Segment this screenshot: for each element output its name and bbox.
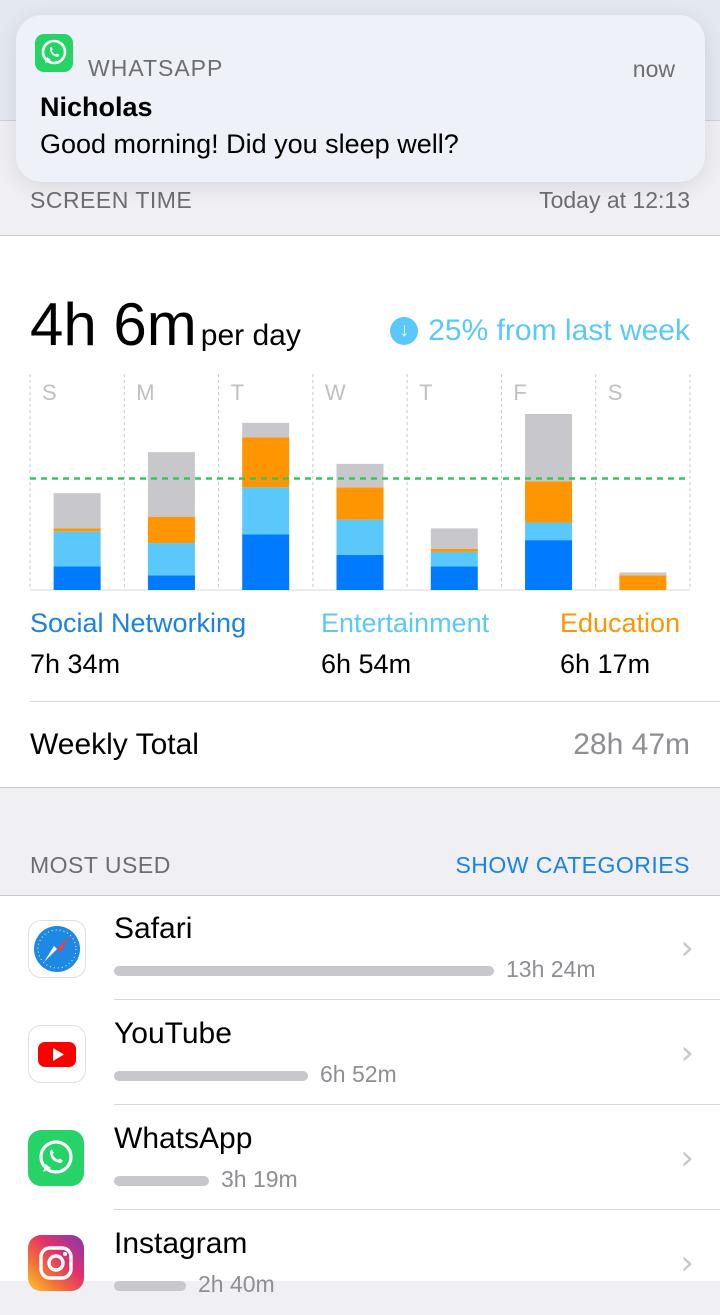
day-label: M — [136, 380, 154, 405]
app-duration: 2h 40m — [198, 1271, 275, 1297]
bar-other — [525, 414, 573, 482]
bar-entertainment — [242, 487, 290, 535]
instagram-icon — [28, 1235, 84, 1291]
category-name: Social Networking — [30, 608, 247, 638]
usage-bar — [114, 1176, 209, 1186]
row-divider — [114, 999, 720, 1000]
category-value: 6h 54m — [321, 649, 412, 679]
bar-social-networking — [525, 540, 573, 590]
daily-average-value: 4h 6m — [30, 291, 197, 358]
whatsapp-icon — [28, 1130, 84, 1186]
most-used-label: MOST USED — [30, 852, 171, 878]
most-used-header: MOST USED SHOW CATEGORIES — [0, 852, 720, 894]
bar-education — [53, 528, 101, 532]
bar-social-networking — [147, 575, 195, 590]
screen-time-card[interactable]: 4h 6m per day ↓ 25% from last week S M T W T F… — [0, 235, 720, 788]
category-name: Entertainment — [321, 608, 490, 638]
weekly-change-text: 25% from last week — [428, 314, 690, 347]
bar-entertainment — [336, 519, 384, 555]
day-label: S — [608, 380, 623, 405]
weekly-change: ↓ 25% from last week — [390, 314, 690, 348]
chevron-right-icon: › — [680, 1138, 694, 1178]
app-row-instagram[interactable]: Instagram 2h 40m › — [0, 1211, 720, 1315]
row-divider — [114, 1104, 720, 1105]
show-categories-button[interactable]: SHOW CATEGORIES — [455, 852, 690, 879]
row-divider — [114, 1209, 720, 1210]
bar-education — [147, 516, 195, 544]
notification-time: now — [632, 56, 675, 82]
updated-time: Today at 12:13 — [539, 187, 690, 213]
usage-bar — [114, 966, 494, 976]
bar-other — [242, 422, 290, 438]
day-label: T — [231, 380, 244, 405]
usage-chart[interactable]: SMTWTFS — [0, 374, 720, 594]
chevron-right-icon: › — [680, 1243, 694, 1283]
bar-entertainment — [147, 543, 195, 576]
most-used-list: Safari 13h 24m › YouTube 6h 52m › WhatsA… — [0, 895, 720, 1297]
bar-entertainment — [525, 522, 573, 541]
youtube-icon — [28, 1025, 86, 1083]
category-value: 7h 34m — [30, 649, 121, 679]
category-entertainment: Entertainment 6h 54m — [321, 608, 489, 680]
bar-education — [242, 437, 290, 488]
bar-other — [53, 493, 101, 529]
bar-other — [430, 528, 478, 549]
day-label: S — [42, 380, 57, 405]
app-duration: 13h 24m — [506, 956, 596, 982]
app-duration: 6h 52m — [320, 1061, 397, 1087]
category-education: Education 6h 17m — [560, 608, 680, 680]
chevron-right-icon: › — [680, 928, 694, 968]
bar-other — [147, 452, 195, 517]
app-row-safari[interactable]: Safari 13h 24m › — [0, 896, 720, 1000]
section-label: SCREEN TIME — [30, 187, 193, 213]
bar-education — [430, 548, 478, 552]
app-row-youtube[interactable]: YouTube 6h 52m › — [0, 1001, 720, 1105]
day-label: F — [513, 380, 526, 405]
day-label: T — [419, 380, 432, 405]
app-row-whatsapp[interactable]: WhatsApp 3h 19m › — [0, 1106, 720, 1210]
bar-other — [336, 463, 384, 488]
app-name: YouTube — [114, 1017, 232, 1050]
notification-message: Good morning! Did you sleep well? — [40, 129, 459, 159]
bar-entertainment — [430, 551, 478, 567]
category-social: Social Networking 7h 34m — [30, 608, 246, 680]
day-label: W — [325, 380, 346, 405]
weekly-total-row: Weekly Total 28h 47m — [30, 701, 720, 786]
safari-icon — [28, 920, 86, 978]
bar-education — [525, 481, 573, 523]
usage-bar — [114, 1281, 186, 1291]
bar-social-networking — [430, 566, 478, 590]
notification-app-name: WHATSAPP — [88, 55, 224, 81]
daily-average: 4h 6m per day — [30, 290, 301, 360]
bar-other — [619, 572, 667, 576]
bar-entertainment — [53, 531, 101, 567]
notification-sender: Nicholas — [40, 92, 153, 122]
screen-time-header: SCREEN TIME Today at 12:13 — [0, 183, 720, 235]
usage-bar — [114, 1071, 308, 1081]
bar-social-networking — [336, 554, 384, 590]
bar-education — [619, 575, 667, 590]
app-name: Safari — [114, 912, 193, 945]
whatsapp-icon — [35, 34, 73, 72]
chevron-right-icon: › — [680, 1033, 694, 1073]
usage-chart-svg: SMTWTFS — [29, 374, 691, 591]
app-duration: 3h 19m — [221, 1166, 298, 1192]
app-name: Instagram — [114, 1227, 248, 1260]
bar-social-networking — [53, 566, 101, 590]
category-value: 6h 17m — [560, 649, 651, 679]
bar-education — [336, 487, 384, 520]
bar-social-networking — [242, 534, 290, 590]
category-summary: Social Networking 7h 34m Entertainment 6… — [0, 608, 720, 688]
whatsapp-notification[interactable]: WHATSAPP now Nicholas Good morning! Did … — [16, 15, 705, 182]
arrow-down-circle-icon: ↓ — [390, 317, 419, 345]
app-name: WhatsApp — [114, 1122, 253, 1155]
weekly-total-label: Weekly Total — [30, 728, 199, 761]
weekly-total-value: 28h 47m — [573, 728, 690, 761]
per-day-label: per day — [200, 319, 301, 352]
category-name: Education — [560, 608, 681, 638]
